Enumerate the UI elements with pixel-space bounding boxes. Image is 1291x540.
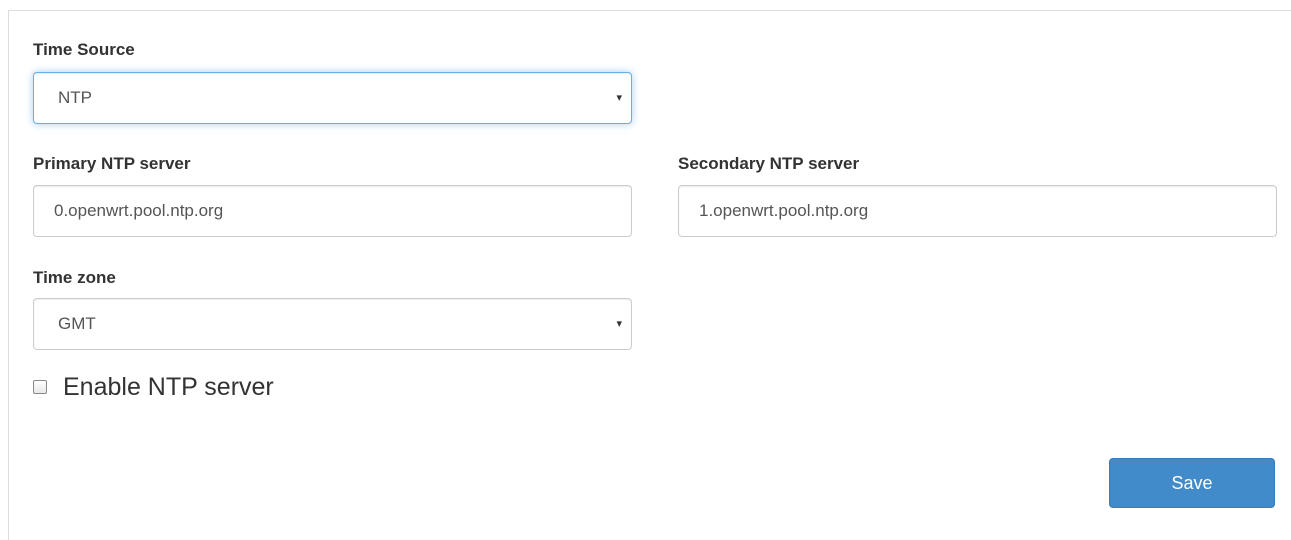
enable-ntp-server-label[interactable]: Enable NTP server [63, 372, 274, 402]
secondary-ntp-value: 1.openwrt.pool.ntp.org [699, 201, 869, 220]
time-zone-select[interactable]: GMT ▾ [33, 298, 632, 350]
time-source-selected-value: NTP [58, 88, 92, 107]
time-zone-selected-value: GMT [58, 314, 96, 333]
time-source-select[interactable]: NTP ▾ [33, 72, 632, 124]
enable-ntp-server-row: Enable NTP server [33, 372, 274, 402]
chevron-down-icon: ▾ [616, 318, 622, 330]
chevron-down-icon: ▾ [616, 92, 622, 104]
primary-ntp-input[interactable]: 0.openwrt.pool.ntp.org [33, 185, 632, 237]
time-source-label: Time Source [33, 40, 135, 59]
enable-ntp-server-checkbox[interactable] [33, 380, 47, 394]
secondary-ntp-label: Secondary NTP server [678, 154, 860, 173]
save-button[interactable]: Save [1109, 458, 1275, 508]
primary-ntp-label: Primary NTP server [33, 154, 191, 173]
time-zone-label: Time zone [33, 268, 116, 287]
primary-ntp-value: 0.openwrt.pool.ntp.org [54, 201, 224, 220]
secondary-ntp-input[interactable]: 1.openwrt.pool.ntp.org [678, 185, 1277, 237]
